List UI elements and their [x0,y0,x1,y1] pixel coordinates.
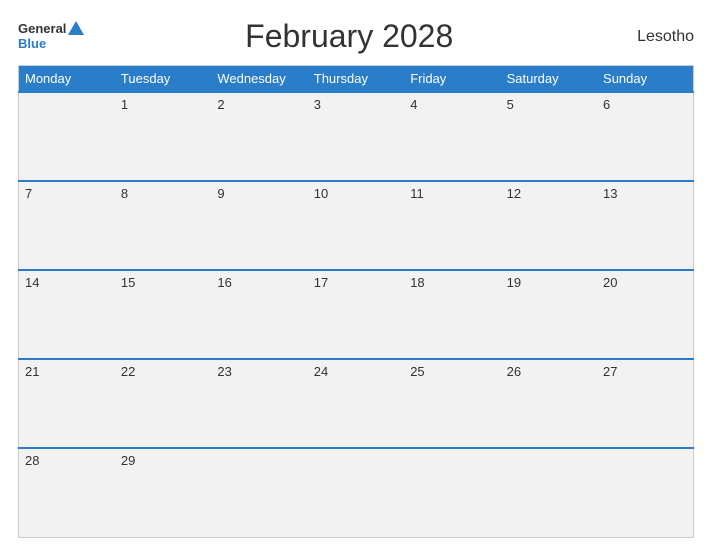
day-number: 2 [217,97,224,112]
calendar-cell: 27 [597,359,693,448]
calendar-cell: 17 [308,270,404,359]
calendar-cell: 2 [211,92,307,181]
calendar-cell: 28 [19,448,115,537]
calendar-cell: 20 [597,270,693,359]
calendar-cell: 15 [115,270,211,359]
calendar-cell: 5 [501,92,597,181]
calendar-cell: 4 [404,92,500,181]
day-number: 22 [121,364,135,379]
calendar-cell: 29 [115,448,211,537]
calendar-cell: 13 [597,181,693,270]
day-number: 21 [25,364,39,379]
day-number: 6 [603,97,610,112]
day-number: 13 [603,186,617,201]
day-number: 23 [217,364,231,379]
calendar-header-row: Monday Tuesday Wednesday Thursday Friday… [19,66,694,93]
day-number: 3 [314,97,321,112]
calendar-week-row: 14 15 16 17 18 19 20 [19,270,694,359]
day-number: 8 [121,186,128,201]
logo-block: General Blue [18,21,84,51]
day-number: 19 [507,275,521,290]
day-number: 12 [507,186,521,201]
calendar-week-row: 7 8 9 10 11 12 13 [19,181,694,270]
header: General Blue February 2028 Lesotho [18,18,694,55]
calendar-cell [501,448,597,537]
logo-top-row: General [18,21,84,37]
day-number: 5 [507,97,514,112]
calendar-cell: 7 [19,181,115,270]
calendar-cell: 3 [308,92,404,181]
logo-general-text: General [18,22,66,36]
day-number: 4 [410,97,417,112]
calendar-cell: 9 [211,181,307,270]
calendar-cell: 10 [308,181,404,270]
day-number: 10 [314,186,328,201]
calendar-cell [308,448,404,537]
calendar-cell: 19 [501,270,597,359]
calendar-week-row: 1 2 3 4 5 6 [19,92,694,181]
calendar-cell: 6 [597,92,693,181]
calendar-cell: 12 [501,181,597,270]
calendar-cell: 8 [115,181,211,270]
day-number: 15 [121,275,135,290]
day-number: 24 [314,364,328,379]
calendar-cell: 16 [211,270,307,359]
day-number: 16 [217,275,231,290]
day-number: 17 [314,275,328,290]
logo: General Blue [18,21,84,51]
col-thursday: Thursday [308,66,404,93]
day-number: 26 [507,364,521,379]
day-number: 14 [25,275,39,290]
calendar-cell [404,448,500,537]
calendar-cell: 21 [19,359,115,448]
day-number: 20 [603,275,617,290]
calendar-cell: 11 [404,181,500,270]
day-number: 9 [217,186,224,201]
calendar-page: General Blue February 2028 Lesotho Monda… [0,0,712,550]
calendar-cell [19,92,115,181]
calendar-week-row: 28 29 [19,448,694,537]
col-friday: Friday [404,66,500,93]
col-monday: Monday [19,66,115,93]
page-title: February 2028 [84,18,614,55]
calendar-cell: 23 [211,359,307,448]
day-number: 28 [25,453,39,468]
calendar-week-row: 21 22 23 24 25 26 27 [19,359,694,448]
day-number: 11 [410,186,424,201]
logo-triangle-icon [68,21,84,35]
calendar-cell [597,448,693,537]
calendar-cell [211,448,307,537]
col-wednesday: Wednesday [211,66,307,93]
col-saturday: Saturday [501,66,597,93]
calendar-cell: 22 [115,359,211,448]
day-number: 7 [25,186,32,201]
calendar-cell: 18 [404,270,500,359]
day-number: 1 [121,97,128,112]
day-number: 18 [410,275,424,290]
calendar-cell: 14 [19,270,115,359]
country-label: Lesotho [614,28,694,46]
calendar-cell: 24 [308,359,404,448]
day-number: 29 [121,453,135,468]
logo-blue-text: Blue [18,37,46,51]
calendar-cell: 25 [404,359,500,448]
day-number: 27 [603,364,617,379]
col-sunday: Sunday [597,66,693,93]
calendar-table: Monday Tuesday Wednesday Thursday Friday… [18,65,694,538]
calendar-cell: 26 [501,359,597,448]
day-number: 25 [410,364,424,379]
col-tuesday: Tuesday [115,66,211,93]
calendar-cell: 1 [115,92,211,181]
